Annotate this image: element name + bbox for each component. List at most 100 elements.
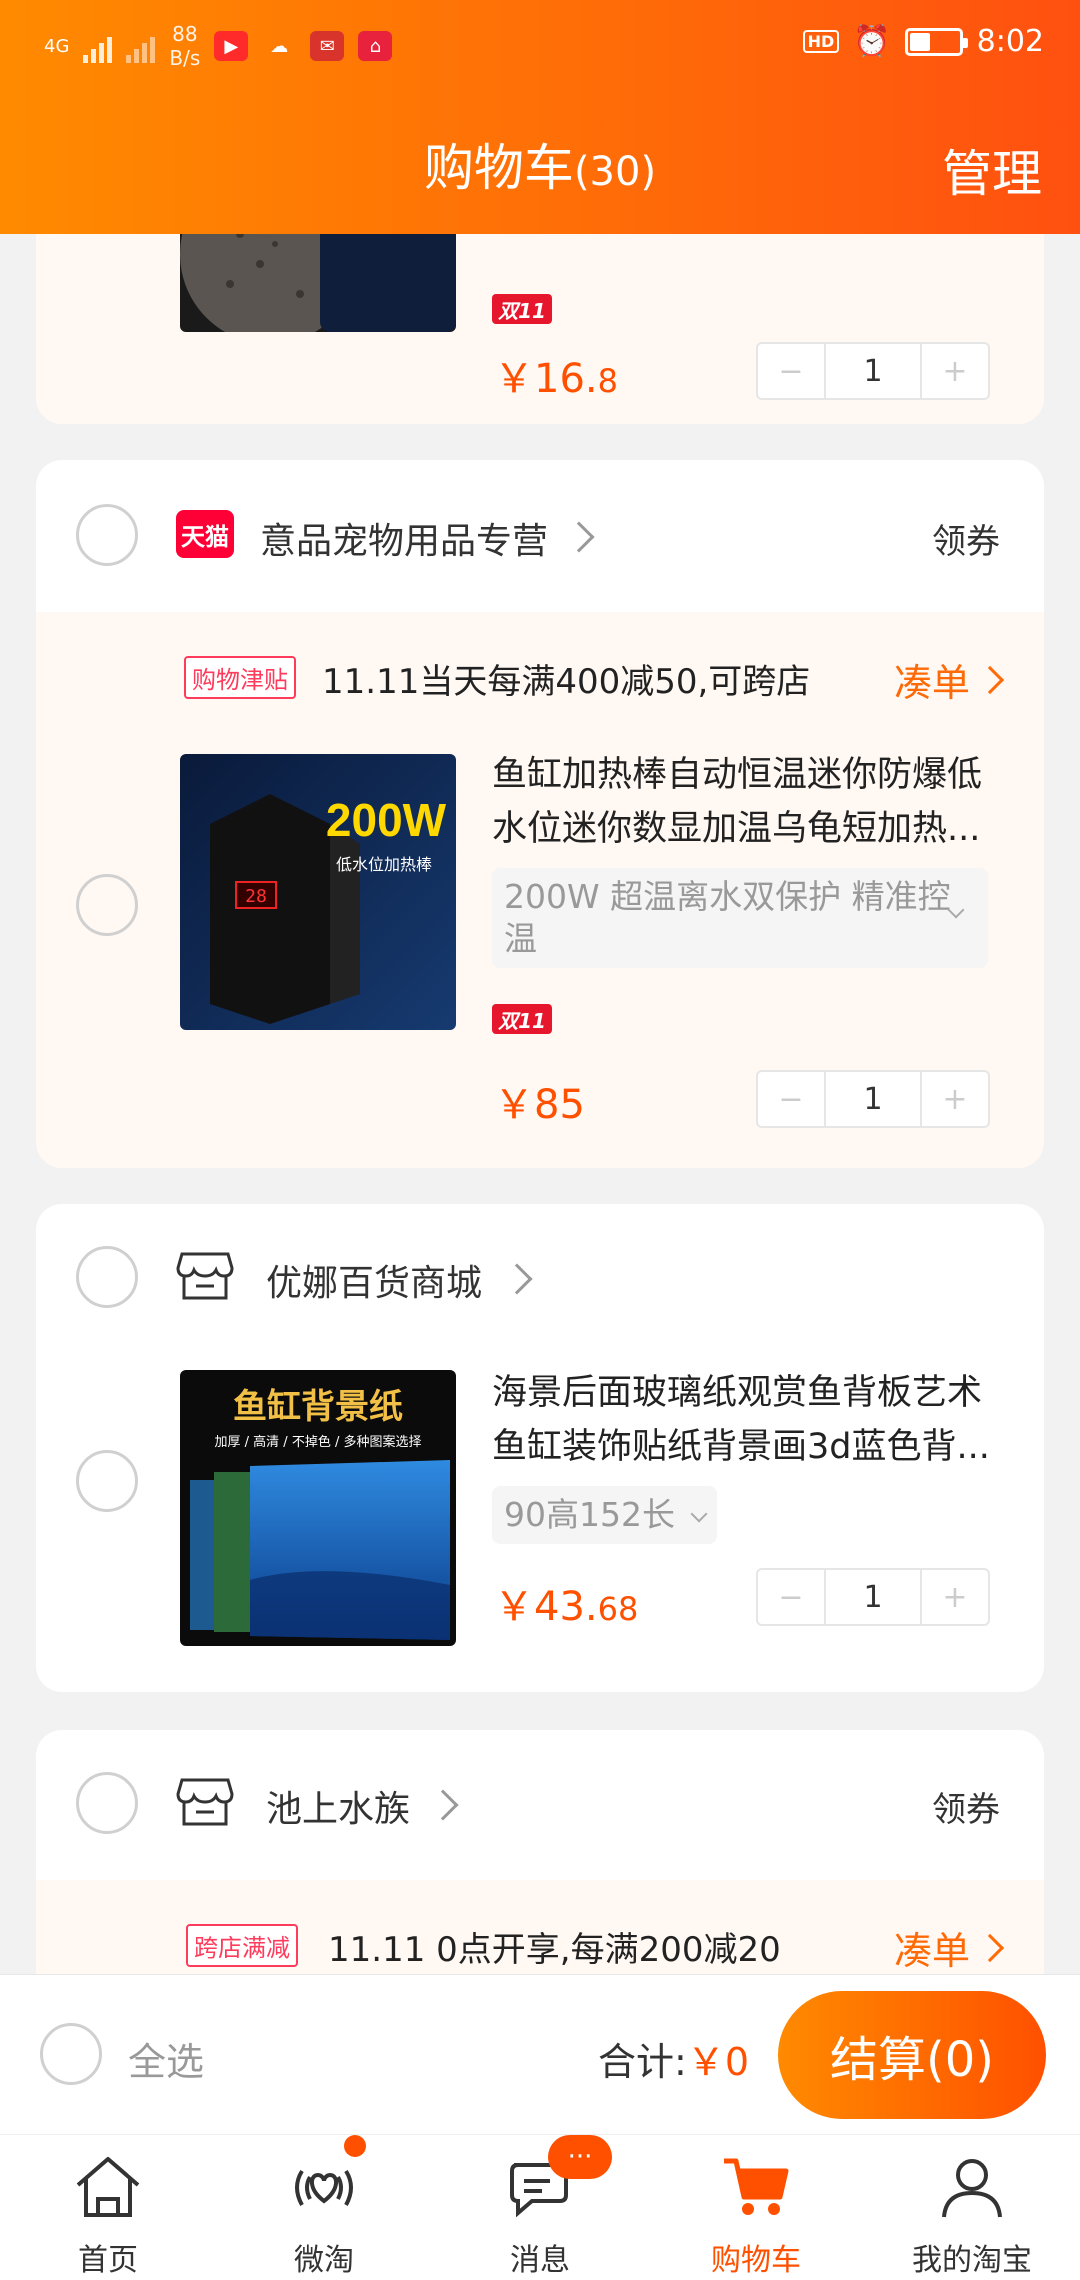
tab-label: 消息 — [510, 2243, 570, 2278]
tab-profile[interactable]: 我的淘宝 — [864, 2135, 1080, 2280]
quantity-stepper[interactable]: − 1 + — [756, 1568, 990, 1626]
shop-select-radio[interactable] — [76, 1772, 138, 1834]
select-all-label[interactable]: 全选 — [128, 2031, 204, 2086]
chevron-right-icon[interactable] — [501, 1263, 533, 1295]
decrease-button[interactable]: − — [758, 1072, 824, 1126]
sku-selector[interactable]: 200W 超温离水双保护 精准控温 — [492, 868, 988, 968]
shop-name[interactable]: 优娜百货商城 — [266, 1254, 482, 1306]
shop-card-yipin: 天猫 意品宠物用品专营 领券 购物津贴 11.11当天每满400减50,可跨店 … — [36, 460, 1044, 1168]
increase-button[interactable]: + — [922, 1072, 988, 1126]
select-all-radio[interactable] — [40, 2023, 102, 2085]
shop-select-radio[interactable] — [76, 1246, 138, 1308]
home-icon — [76, 2157, 140, 2217]
shop-items: 购物津贴 11.11当天每满400减50,可跨店 凑单 28 200W 低水位加… — [36, 612, 1044, 1168]
app-header: 4G 88 B/s ▶ ☁ ✉ ⌂ HD ⏰ 8:02 购物车(30) 管理 — [0, 0, 1080, 234]
svg-text:28: 28 — [245, 886, 267, 907]
network-type: 4G — [44, 35, 70, 57]
product-title[interactable]: 海景后面玻璃纸观赏鱼背板艺术鱼缸装饰贴纸背景画3d蓝色背... — [492, 1366, 1008, 1474]
checkout-bar: 全选 合计:￥0 结算(0) — [0, 1974, 1080, 2134]
quantity-value[interactable]: 1 — [824, 1072, 922, 1126]
shop-name[interactable]: 池上水族 — [266, 1780, 410, 1832]
bottom-tab-bar: 首页 微淘 ··· 消息 购物车 我的淘宝 — [0, 2134, 1080, 2280]
shop-name[interactable]: 意品宠物用品专营 — [260, 512, 548, 564]
product-image[interactable]: GROUNDFISH FEED — [180, 234, 456, 332]
shopping-app-icon: ⌂ — [358, 31, 393, 61]
coupon-button[interactable]: 领券 — [932, 514, 1000, 563]
weather-icon: ☁ — [270, 35, 289, 57]
item-row: GROUNDFISH FEED 双11 ￥16.8 − 1 + — [36, 234, 1044, 424]
tab-label: 微淘 — [294, 2243, 354, 2278]
clock: 8:02 — [976, 24, 1044, 59]
page-title: 购物车(30) — [423, 139, 657, 197]
chevron-right-icon[interactable] — [427, 1789, 459, 1821]
cart-icon — [724, 2158, 789, 2215]
chevron-right-icon[interactable] — [563, 521, 595, 553]
tab-weitao[interactable]: 微淘 — [216, 2135, 432, 2280]
thumb-label: 鱼缸背景纸 — [233, 1387, 403, 1427]
tab-label: 购物车 — [711, 2243, 801, 2278]
manage-button[interactable]: 管理 — [942, 134, 1042, 206]
tab-cart[interactable]: 购物车 — [648, 2135, 864, 2280]
add-on-link[interactable]: 凑单 — [894, 652, 1005, 707]
item-select-radio[interactable] — [76, 1450, 138, 1512]
shop-card-chishang: 池上水族 领券 跨店满减 11.11 0点开享,每满200减20 凑单 — [36, 1730, 1044, 1974]
app-notification-icon: ✉ — [310, 31, 345, 61]
product-image[interactable]: 28 200W 低水位加热棒 — [180, 754, 456, 1030]
cart-list[interactable]: GROUNDFISH FEED 双11 ￥16.8 − 1 + 天猫 意品宠物用… — [0, 234, 1080, 1974]
double11-badge: 双11 — [492, 1004, 552, 1034]
tab-label: 我的淘宝 — [912, 2243, 1032, 2278]
battery-icon — [904, 27, 968, 56]
chevron-right-icon — [975, 1933, 1005, 1962]
promo-text: 11.11当天每满400减50,可跨店 — [322, 662, 811, 702]
tab-home[interactable]: 首页 — [0, 2135, 216, 2280]
add-on-link[interactable]: 凑单 — [894, 1920, 1005, 1974]
quantity-stepper[interactable]: − 1 + — [756, 1070, 990, 1128]
shop-items: 跨店满减 11.11 0点开享,每满200减20 凑单 — [36, 1880, 1044, 1974]
decrease-button[interactable]: − — [758, 1570, 824, 1624]
tab-messages[interactable]: ··· 消息 — [432, 2135, 648, 2280]
signal-icon — [83, 29, 113, 63]
item-price: ￥16.8 — [494, 356, 618, 402]
status-bar: 4G 88 B/s ▶ ☁ ✉ ⌂ HD ⏰ 8:02 — [0, 0, 1080, 90]
product-image[interactable]: 鱼缸背景纸 加厚 / 高清 / 不掉色 / 多种图案选择 — [180, 1370, 456, 1646]
net-speed: 88 B/s — [169, 22, 201, 70]
quantity-stepper[interactable]: − 1 + — [756, 342, 990, 400]
item-price: ￥85 — [494, 1082, 585, 1128]
store-icon — [176, 1778, 234, 1826]
promo-tag: 跨店满减 — [186, 1924, 298, 1967]
alarm-icon: ⏰ — [853, 24, 891, 59]
message-badge: ··· — [548, 2135, 612, 2179]
double11-badge: 双11 — [492, 294, 552, 324]
item-select-radio[interactable] — [76, 874, 138, 936]
increase-button[interactable]: + — [922, 1570, 988, 1624]
product-title[interactable]: 鱼缸加热棒自动恒温迷你防爆低水位迷你数显加温乌龟短加热... — [492, 748, 1008, 856]
thumb-sublabel: 加厚 / 高清 / 不掉色 / 多种图案选择 — [215, 1434, 422, 1450]
hd-icon: HD — [802, 30, 840, 53]
coupon-button[interactable]: 领券 — [932, 1782, 1000, 1831]
chevron-right-icon — [975, 665, 1005, 694]
decrease-button[interactable]: − — [758, 344, 824, 398]
shop-select-radio[interactable] — [76, 504, 138, 566]
video-app-icon: ▶ — [214, 31, 249, 61]
checkout-button[interactable]: 结算(0) — [778, 1991, 1046, 2119]
promo-tag: 购物津贴 — [184, 656, 296, 699]
total-price: 合计:￥0 — [598, 2040, 749, 2084]
shop-card-youna: 优娜百货商城 鱼缸背景纸 加厚 / 高清 / 不掉色 / 多种图案选择 海景后面… — [36, 1204, 1044, 1692]
increase-button[interactable]: + — [922, 344, 988, 398]
quantity-value[interactable]: 1 — [824, 1570, 922, 1624]
weitao-icon — [295, 2169, 353, 2206]
store-icon — [176, 1252, 234, 1300]
thumb-label: 200W — [326, 794, 447, 846]
tmall-icon: 天猫 — [176, 510, 234, 558]
thumb-sublabel: 低水位加热棒 — [336, 855, 432, 874]
sku-selector[interactable]: 90高152长 — [492, 1486, 717, 1544]
signal-icon-2 — [126, 29, 156, 63]
tab-label: 首页 — [78, 2243, 138, 2278]
quantity-value[interactable]: 1 — [824, 344, 922, 398]
shop-card-partial: GROUNDFISH FEED 双11 ￥16.8 − 1 + — [36, 234, 1044, 424]
item-price: ￥43.68 — [494, 1584, 639, 1630]
notification-dot — [344, 2135, 366, 2157]
chevron-down-icon — [690, 1505, 708, 1523]
profile-icon — [942, 2159, 1002, 2218]
promo-text: 11.11 0点开享,每满200减20 — [328, 1930, 781, 1970]
